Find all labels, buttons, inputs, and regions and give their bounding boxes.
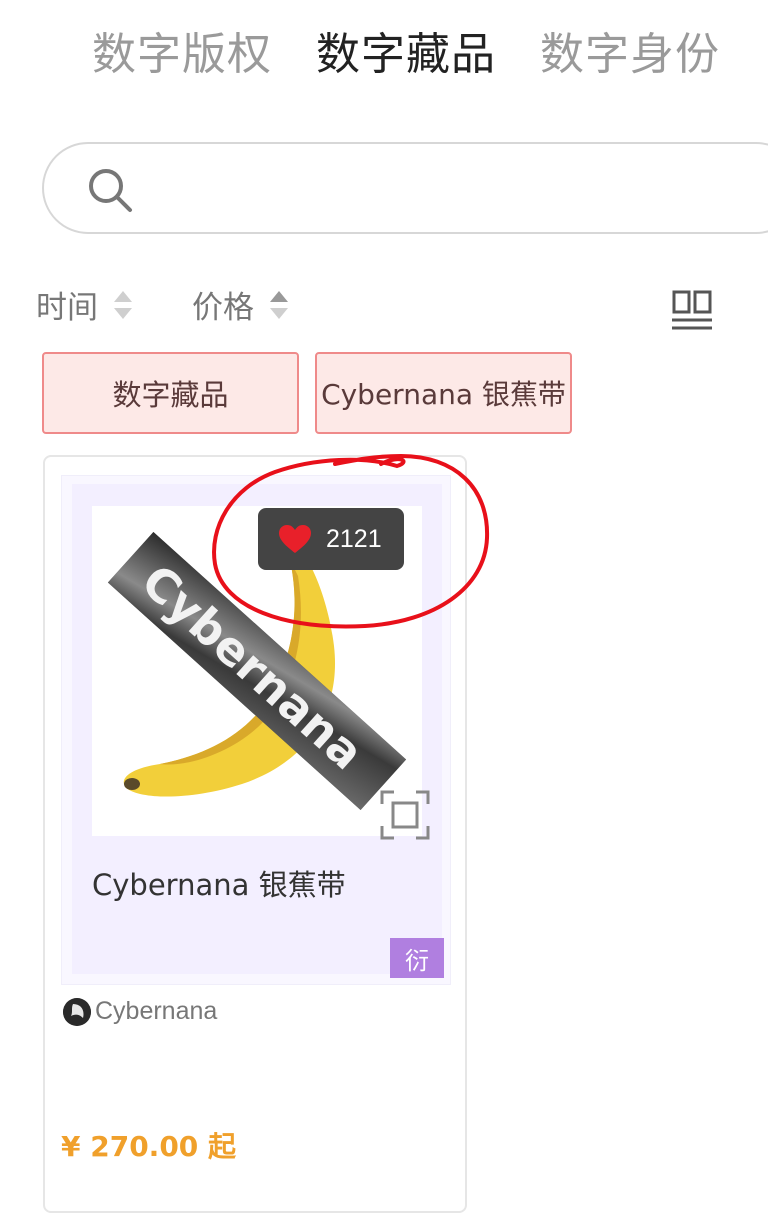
creator-info[interactable]: Cybernana xyxy=(63,997,217,1026)
sort-by-time[interactable]: 时间 xyxy=(36,282,134,327)
grid-toggle-icon[interactable] xyxy=(672,288,712,332)
filter-chips: 数字藏品 Cybernana 银蕉带 xyxy=(42,352,572,434)
derivative-badge: 衍 xyxy=(390,938,444,978)
sort-time-label: 时间 xyxy=(36,290,98,326)
product-cover: Cybernana 2121 Cybernana 银蕉带 衍 xyxy=(61,475,451,985)
product-title: Cybernana 银蕉带 xyxy=(92,868,346,902)
tab-digital-collectibles[interactable]: 数字藏品 xyxy=(316,18,496,82)
product-price: ¥ 270.00 起 xyxy=(61,1130,237,1163)
sort-price-label: 价格 xyxy=(192,290,254,326)
search-input[interactable] xyxy=(154,162,754,218)
avatar xyxy=(63,997,91,1026)
likes-count: 2121 xyxy=(326,524,382,553)
product-card[interactable]: Cybernana 2121 Cybernana 银蕉带 衍 Cybernana… xyxy=(43,455,467,1213)
sort-arrows-icon xyxy=(270,290,288,319)
expand-icon[interactable] xyxy=(380,790,430,840)
sort-arrows-icon xyxy=(114,290,132,319)
chip-cybernana[interactable]: Cybernana 银蕉带 xyxy=(315,352,572,434)
tab-digital-identity[interactable]: 数字身份 xyxy=(540,18,720,82)
search-bar[interactable] xyxy=(42,142,768,234)
category-tabs: 数字版权 数字藏品 数字身份 xyxy=(92,18,720,82)
creator-name: Cybernana xyxy=(95,997,218,1025)
heart-icon xyxy=(279,525,311,553)
chip-digital-collectibles[interactable]: 数字藏品 xyxy=(42,352,299,434)
sort-bar: 时间 价格 xyxy=(36,282,768,332)
likes-badge[interactable]: 2121 xyxy=(258,508,404,570)
sort-by-price[interactable]: 价格 xyxy=(192,282,290,327)
tab-digital-copyright[interactable]: 数字版权 xyxy=(92,18,272,82)
search-icon xyxy=(89,169,132,212)
